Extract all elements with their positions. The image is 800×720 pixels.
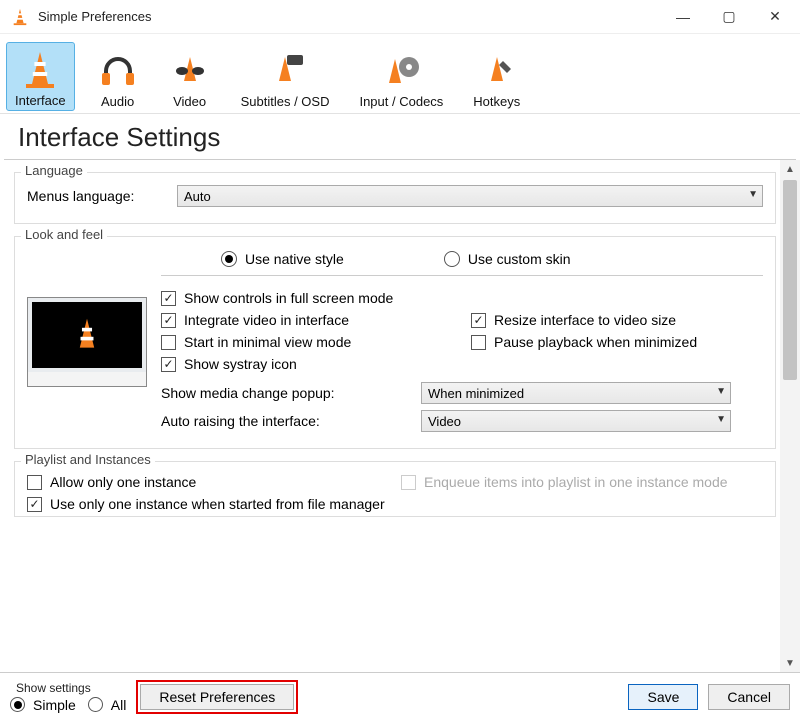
menus-language-label: Menus language: xyxy=(27,188,177,204)
menus-language-select[interactable]: Auto ▼ xyxy=(177,185,763,207)
radio-icon xyxy=(10,697,25,712)
radio-icon xyxy=(88,697,103,712)
chevron-down-icon: ▼ xyxy=(716,386,726,397)
one-instance-check[interactable]: Allow only one instance xyxy=(27,474,389,490)
checkbox-icon xyxy=(161,357,176,372)
tab-subtitles[interactable]: Subtitles / OSD xyxy=(233,42,338,111)
scroll-down-icon[interactable]: ▼ xyxy=(780,654,800,672)
radio-label: Simple xyxy=(33,697,76,713)
check-label: Integrate video in interface xyxy=(184,312,349,328)
check-label: Allow only one instance xyxy=(50,474,196,490)
resize-interface-check[interactable]: Resize interface to video size xyxy=(471,312,763,328)
window-title: Simple Preferences xyxy=(38,9,660,24)
style-native-radio[interactable]: Use native style xyxy=(221,251,344,267)
radio-label: Use custom skin xyxy=(468,251,571,267)
cone-wrench-icon xyxy=(476,50,518,92)
scroll-up-icon[interactable]: ▲ xyxy=(780,160,800,178)
cancel-button[interactable]: Cancel xyxy=(708,684,790,710)
select-value: When minimized xyxy=(428,386,524,401)
maximize-button[interactable]: ▢ xyxy=(706,0,752,34)
checkbox-icon xyxy=(471,335,486,350)
pause-minimized-check[interactable]: Pause playback when minimized xyxy=(471,334,763,350)
media-popup-select[interactable]: When minimized ▼ xyxy=(421,382,731,404)
reset-highlight: Reset Preferences xyxy=(136,680,298,714)
radio-icon xyxy=(221,251,237,267)
tab-interface[interactable]: Interface xyxy=(6,42,75,111)
minimal-view-check[interactable]: Start in minimal view mode xyxy=(161,334,453,350)
tab-label: Video xyxy=(173,94,206,109)
enqueue-check: Enqueue items into playlist in one insta… xyxy=(401,474,763,490)
radio-label: All xyxy=(111,697,127,713)
look-and-feel-group: Look and feel Use native style xyxy=(14,236,776,449)
headphones-icon xyxy=(97,50,139,92)
integrate-video-check[interactable]: Integrate video in interface xyxy=(161,312,453,328)
cone-icon xyxy=(19,49,61,91)
check-label: Show systray icon xyxy=(184,356,297,372)
save-button[interactable]: Save xyxy=(628,684,698,710)
cone-disc-icon xyxy=(380,50,422,92)
systray-check[interactable]: Show systray icon xyxy=(161,356,763,372)
fullscreen-controls-check[interactable]: Show controls in full screen mode xyxy=(161,290,763,306)
checkbox-icon xyxy=(401,475,416,490)
checkbox-icon xyxy=(27,475,42,490)
fm-one-instance-check[interactable]: Use only one instance when started from … xyxy=(27,496,763,512)
check-label: Use only one instance when started from … xyxy=(50,496,385,512)
button-label: Reset Preferences xyxy=(159,689,275,705)
tab-hotkeys[interactable]: Hotkeys xyxy=(465,42,528,111)
chevron-down-icon: ▼ xyxy=(716,414,726,425)
media-popup-label: Show media change popup: xyxy=(161,385,421,401)
language-group: Language Menus language: Auto ▼ xyxy=(14,172,776,224)
category-tabstrip: Interface Audio Video Subtitles / OSD In… xyxy=(0,34,800,114)
minimize-button[interactable]: — xyxy=(660,0,706,34)
check-label: Resize interface to video size xyxy=(494,312,676,328)
button-label: Save xyxy=(647,689,679,705)
show-settings-all-radio[interactable]: All xyxy=(88,697,127,713)
radio-label: Use native style xyxy=(245,251,344,267)
radio-icon xyxy=(444,251,460,267)
vertical-scrollbar[interactable]: ▲ ▼ xyxy=(780,160,800,672)
cone-speech-icon xyxy=(264,50,306,92)
style-custom-radio[interactable]: Use custom skin xyxy=(444,251,571,267)
check-label: Start in minimal view mode xyxy=(184,334,351,350)
tab-label: Subtitles / OSD xyxy=(241,94,330,109)
checkbox-icon xyxy=(27,497,42,512)
group-legend: Language xyxy=(21,163,87,178)
scroll-thumb[interactable] xyxy=(783,180,797,380)
reset-preferences-button[interactable]: Reset Preferences xyxy=(140,684,294,710)
glasses-cone-icon xyxy=(169,50,211,92)
skin-preview xyxy=(27,297,147,387)
check-label: Pause playback when minimized xyxy=(494,334,697,350)
checkbox-icon xyxy=(471,313,486,328)
close-button[interactable]: ✕ xyxy=(752,0,798,34)
settings-scroll-area: Language Menus language: Auto ▼ Look and… xyxy=(0,160,800,672)
chevron-down-icon: ▼ xyxy=(748,189,758,200)
group-legend: Playlist and Instances xyxy=(21,452,155,467)
tab-label: Hotkeys xyxy=(473,94,520,109)
show-settings-simple-radio[interactable]: Simple xyxy=(10,697,76,713)
select-value: Video xyxy=(428,414,461,429)
page-title: Interface Settings xyxy=(4,114,796,160)
select-value: Auto xyxy=(184,189,211,204)
tab-input-codecs[interactable]: Input / Codecs xyxy=(351,42,451,111)
check-label: Enqueue items into playlist in one insta… xyxy=(424,474,728,490)
show-settings-label: Show settings xyxy=(10,681,126,695)
tab-video[interactable]: Video xyxy=(161,42,219,111)
checkbox-icon xyxy=(161,291,176,306)
vlc-cone-icon xyxy=(10,7,30,27)
checkbox-icon xyxy=(161,313,176,328)
button-label: Cancel xyxy=(727,689,771,705)
playlist-group: Playlist and Instances Allow only one in… xyxy=(14,461,776,517)
group-legend: Look and feel xyxy=(21,227,107,242)
tab-label: Input / Codecs xyxy=(359,94,443,109)
auto-raise-label: Auto raising the interface: xyxy=(161,413,421,429)
check-label: Show controls in full screen mode xyxy=(184,290,393,306)
tab-label: Audio xyxy=(101,94,134,109)
checkbox-icon xyxy=(161,335,176,350)
auto-raise-select[interactable]: Video ▼ xyxy=(421,410,731,432)
tab-label: Interface xyxy=(15,93,66,108)
titlebar: Simple Preferences — ▢ ✕ xyxy=(0,0,800,34)
tab-audio[interactable]: Audio xyxy=(89,42,147,111)
